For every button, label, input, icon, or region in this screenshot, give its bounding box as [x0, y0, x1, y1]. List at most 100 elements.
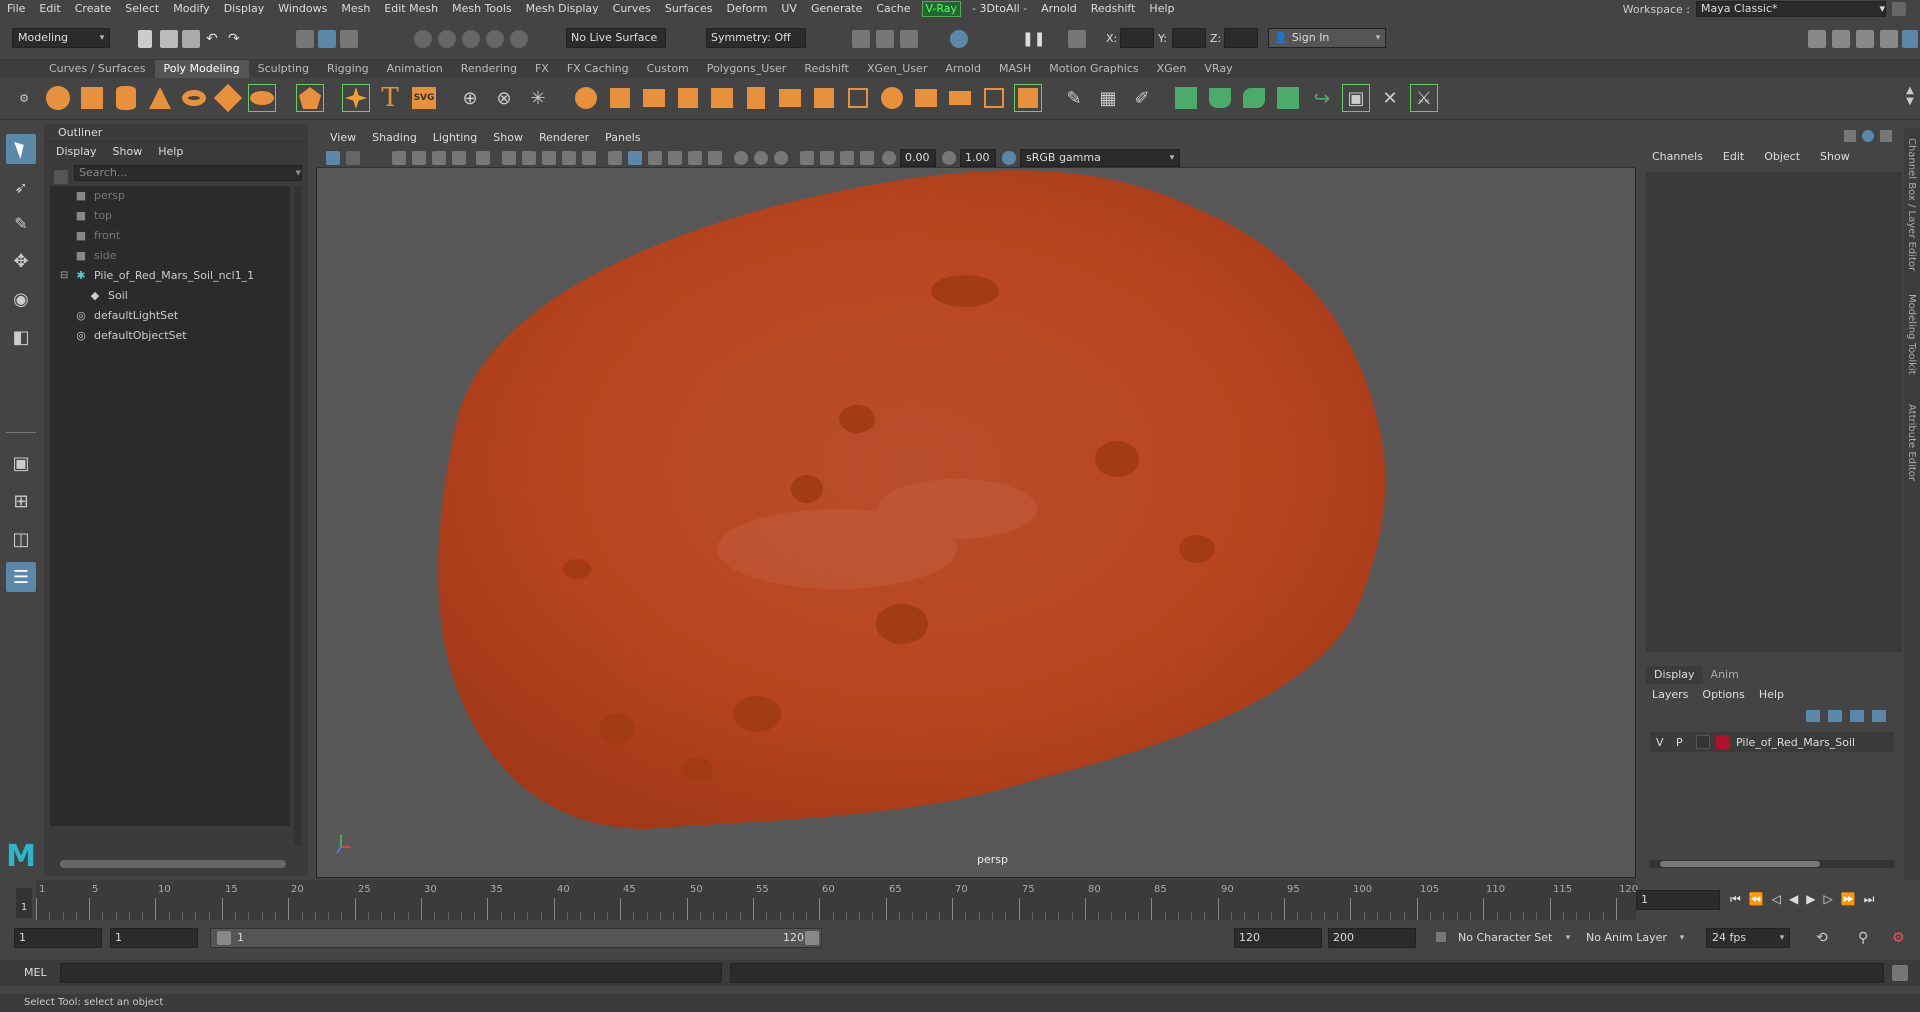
move-tool-icon[interactable]: ✥ [6, 246, 36, 276]
anim-prefs-icon[interactable]: ⚙ [1892, 930, 1905, 946]
outliner-item[interactable]: ■ persp [50, 186, 290, 206]
step-forward-frame-icon[interactable]: ▷ [1823, 892, 1832, 907]
viewport[interactable]: persp [316, 128, 1636, 878]
render-frame-icon[interactable] [852, 30, 870, 48]
exposure-field[interactable]: 0.00 [900, 149, 936, 167]
menu-curves[interactable]: Curves [606, 0, 658, 18]
xray-joints-icon[interactable] [840, 151, 854, 165]
gamma-field[interactable]: 1.00 [960, 149, 996, 167]
menu-display[interactable]: Display [217, 0, 272, 18]
deformer-3-icon[interactable] [1240, 84, 1268, 112]
viewport-menu-show[interactable]: Show [485, 128, 531, 148]
isolate-select-icon[interactable] [800, 151, 814, 165]
menuset-dropdown[interactable]: Modeling ▾ [12, 28, 110, 48]
lock-icon[interactable] [1892, 2, 1906, 16]
poly-torus-icon[interactable] [180, 84, 208, 112]
shelf-tab-sculpting[interactable]: Sculpting [249, 60, 318, 78]
shelf-tab-poly-modeling[interactable]: Poly Modeling [154, 60, 249, 78]
deformer-2-icon[interactable] [1206, 84, 1234, 112]
menu-modify[interactable]: Modify [166, 0, 216, 18]
refresh-icon[interactable] [1862, 130, 1874, 142]
symmetry-field[interactable]: Symmetry: Off [706, 28, 806, 48]
menu-generate[interactable]: Generate [804, 0, 869, 18]
shelf-tab-curves-surfaces[interactable]: Curves / Surfaces [40, 60, 155, 78]
gate-mask-icon[interactable] [542, 151, 556, 165]
shelf-tab-motion-graphics[interactable]: Motion Graphics [1040, 60, 1147, 78]
play-forward-icon[interactable]: ▶ [1806, 892, 1815, 907]
view-transform-dropdown[interactable]: sRGB gamma ▾ [1020, 149, 1180, 167]
resolution-gate-icon[interactable] [522, 151, 536, 165]
modeling-toolkit-icon[interactable] [1808, 30, 1826, 48]
outliner-item[interactable]: ◆ Soil [50, 286, 290, 306]
tab-anim[interactable]: Anim [1703, 666, 1747, 684]
shelf-menu-icon[interactable]: ⚙ [10, 84, 38, 112]
open-scene-icon[interactable] [160, 30, 178, 48]
layer-row[interactable]: V P Pile_of_Red_Mars_Soil [1650, 732, 1894, 752]
super-shape-icon[interactable] [342, 84, 370, 112]
step-back-frame-icon[interactable]: ◁ [1772, 892, 1781, 907]
layer-menu-help[interactable]: Help [1759, 688, 1784, 701]
move-layer-down-icon[interactable] [1828, 710, 1842, 722]
anim-layer-dropdown[interactable]: No Anim Layer ▾ [1580, 928, 1690, 948]
poly-cube-icon[interactable] [78, 84, 106, 112]
shelf-tab-xgen[interactable]: XGen [1148, 60, 1196, 78]
channelbox-menu-show[interactable]: Show [1820, 150, 1850, 163]
smooth-shade-icon[interactable] [628, 151, 642, 165]
menu-mesh-display[interactable]: Mesh Display [519, 0, 606, 18]
step-back-key-icon[interactable]: ⏪ [1749, 892, 1764, 907]
filter-icon[interactable] [54, 170, 68, 184]
deformer-5-icon[interactable]: ↪ [1308, 84, 1336, 112]
single-perspective-layout-icon[interactable]: ▣ [6, 448, 36, 478]
shelf-tab-fx[interactable]: FX [526, 60, 558, 78]
outliner-layout-icon[interactable]: ☰ [6, 562, 36, 592]
fps-dropdown[interactable]: 24 fps ▾ [1706, 928, 1790, 948]
tab-display[interactable]: Display [1646, 666, 1703, 684]
outliner-scrollbar-v[interactable] [294, 186, 302, 846]
undo-icon[interactable]: ↶ [206, 30, 224, 48]
collapse-icon[interactable] [878, 84, 906, 112]
channel-box-icon[interactable] [1880, 30, 1898, 48]
grid-toggle-icon[interactable] [476, 151, 490, 165]
poly-sphere-icon[interactable] [44, 84, 72, 112]
cluster-icon[interactable]: ✕ [1376, 84, 1404, 112]
z-field[interactable] [1224, 28, 1258, 48]
play-backward-icon[interactable]: ◀ [1789, 892, 1798, 907]
live-surface-field[interactable]: No Live Surface [566, 28, 666, 48]
grease-pencil-icon[interactable] [452, 151, 466, 165]
hypershade-icon[interactable] [950, 30, 968, 48]
mel-input[interactable] [60, 963, 722, 983]
insert-edge-loop-icon[interactable] [912, 84, 940, 112]
snap-grid-icon[interactable] [414, 30, 432, 48]
x-field[interactable] [1120, 28, 1154, 48]
outliner-item[interactable]: ◎ defaultObjectSet [50, 326, 290, 346]
shelf-tab-arnold[interactable]: Arnold [936, 60, 990, 78]
layer-display-type[interactable] [1696, 735, 1710, 749]
shelf-tab-xgen-user[interactable]: XGen_User [858, 60, 936, 78]
shelf-tab-rigging[interactable]: Rigging [318, 60, 378, 78]
select-hierarchy-icon[interactable] [296, 30, 314, 48]
bridge-icon[interactable] [640, 84, 668, 112]
tool-settings-icon[interactable] [1856, 30, 1874, 48]
tab-channel-box-layer-editor[interactable]: Channel Box / Layer Editor [1906, 138, 1917, 271]
move-layer-up-icon[interactable] [1806, 710, 1820, 722]
persp-outliner-layout-icon[interactable]: ◫ [6, 524, 36, 554]
four-view-layout-icon[interactable]: ⊞ [6, 486, 36, 516]
poly-cone-icon[interactable] [146, 84, 174, 112]
transform-constraint-icon[interactable] [1068, 30, 1086, 48]
default-material-icon[interactable] [648, 151, 662, 165]
menu-create[interactable]: Create [68, 0, 119, 18]
range-end-handle[interactable] [805, 931, 819, 945]
menu-arnold[interactable]: Arnold [1034, 0, 1084, 18]
safe-action-icon[interactable] [582, 151, 596, 165]
ambient-occlusion-icon[interactable] [734, 151, 748, 165]
outliner-item[interactable]: ⊟ ✱ Pile_of_Red_Mars_Soil_ncl1_1 [50, 266, 290, 286]
extrude-icon[interactable] [606, 84, 634, 112]
menu-vray[interactable]: V-Ray [921, 1, 962, 17]
menu-mesh-tools[interactable]: Mesh Tools [445, 0, 519, 18]
smooth-icon[interactable]: ✳ [524, 84, 552, 112]
select-tool-icon[interactable] [6, 134, 36, 164]
film-gate-icon[interactable] [502, 151, 516, 165]
two-d-pan-icon[interactable] [432, 151, 446, 165]
uv-editor-icon[interactable]: ✎ [1060, 84, 1088, 112]
anti-aliasing-icon[interactable] [774, 151, 788, 165]
